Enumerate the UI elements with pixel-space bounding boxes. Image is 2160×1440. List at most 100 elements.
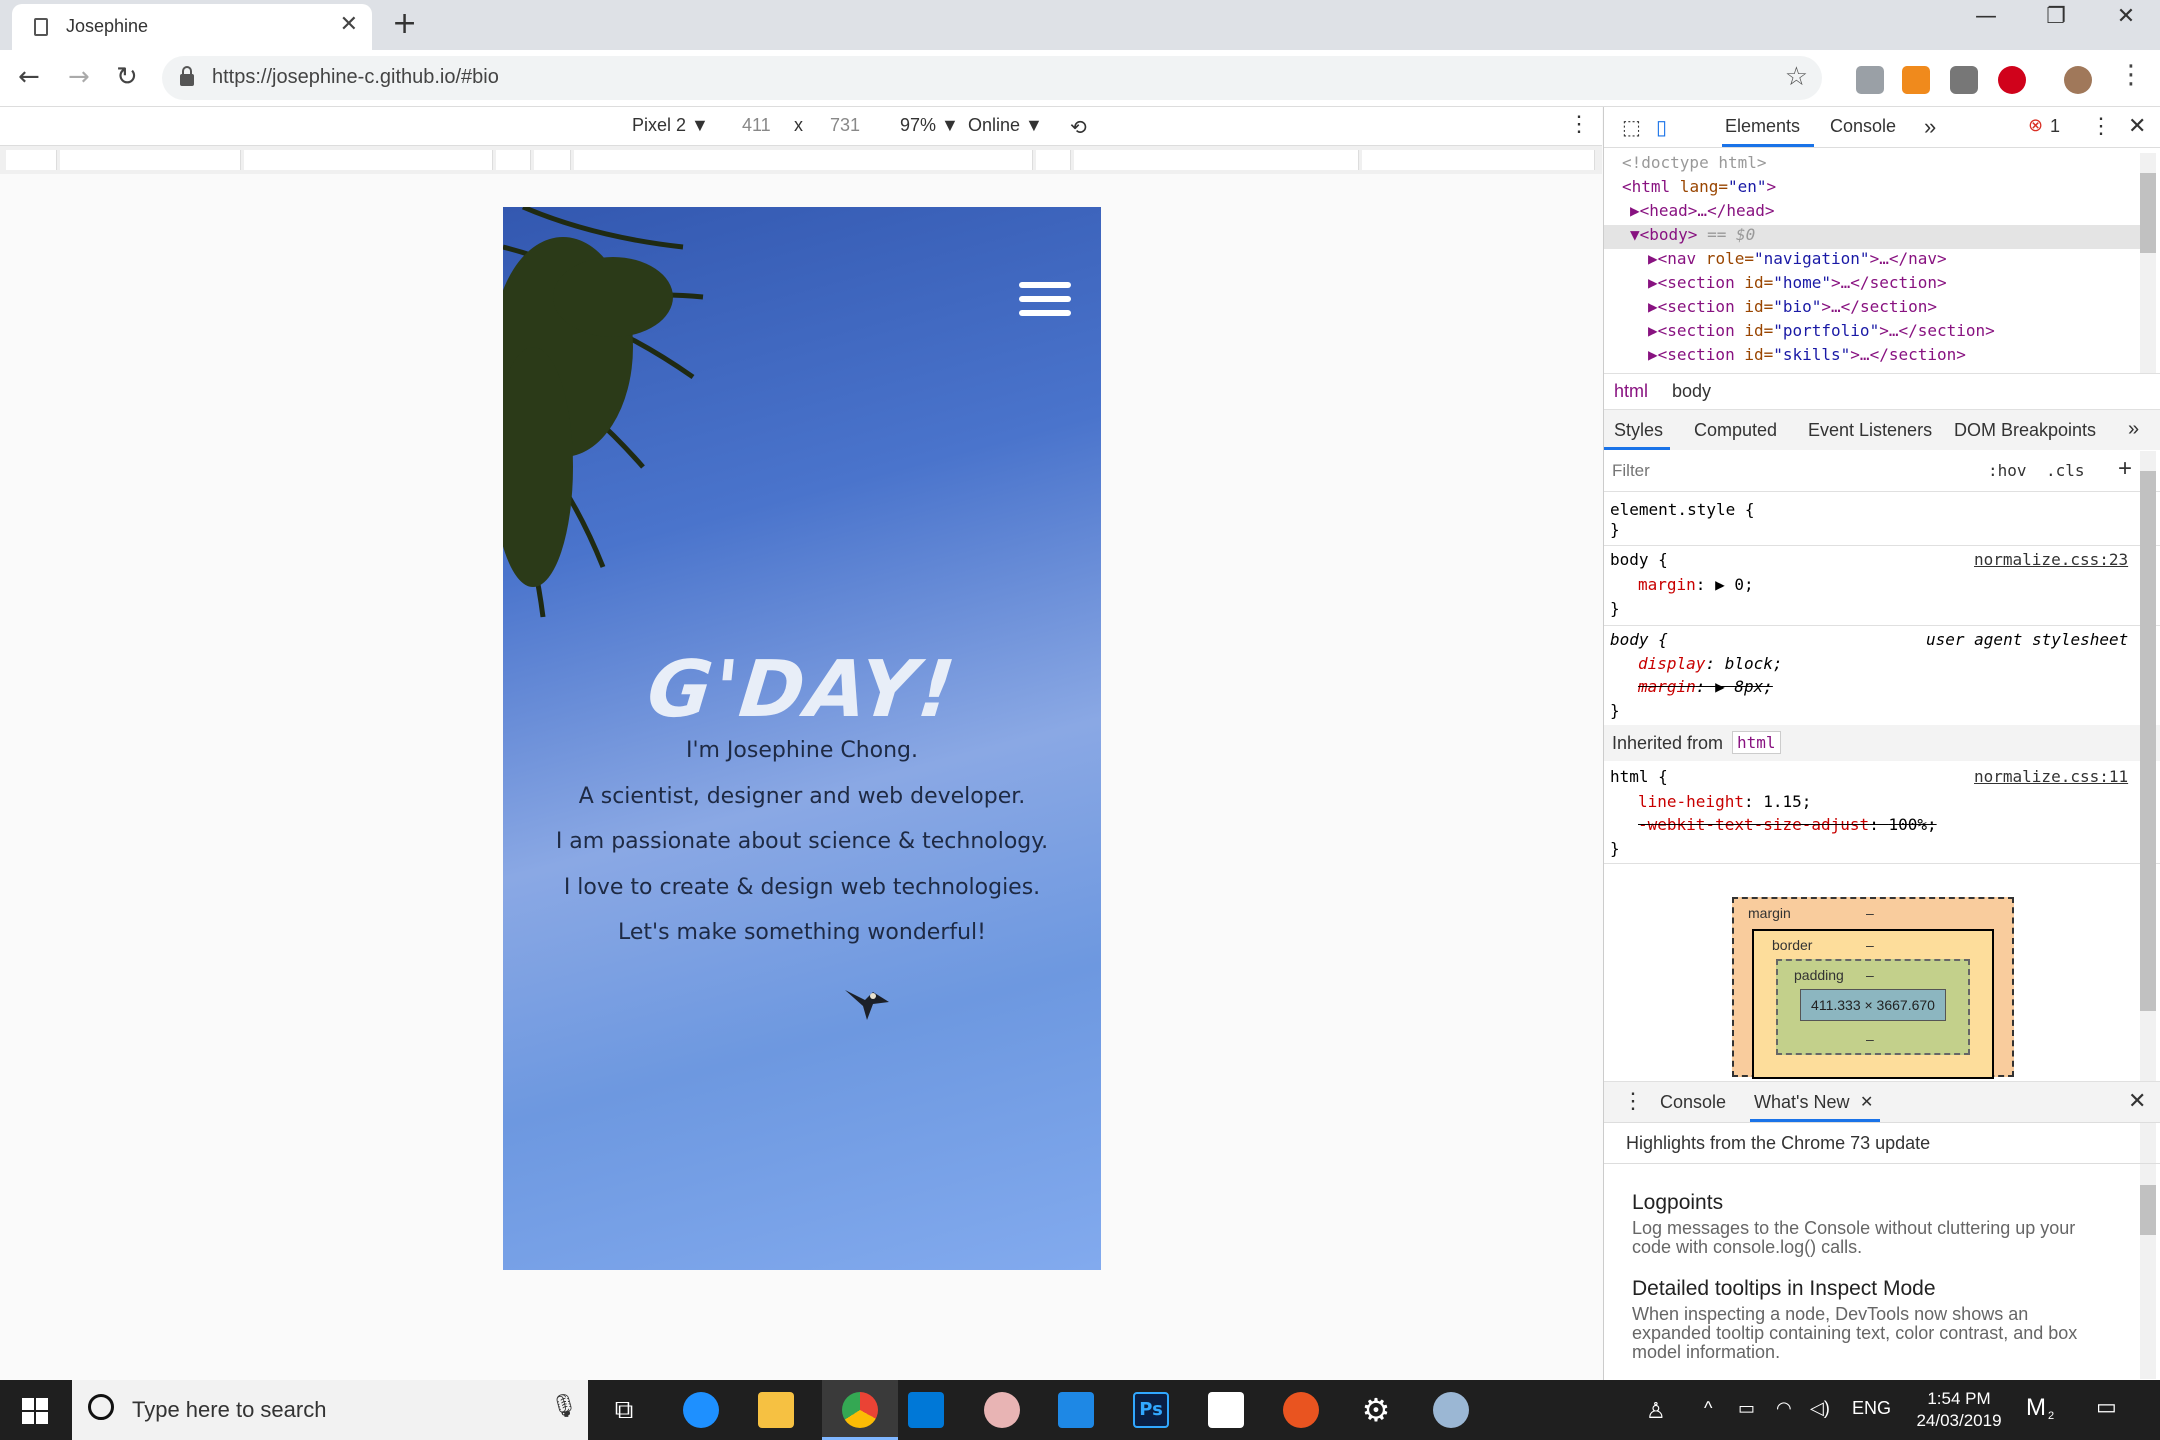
dom-head-node[interactable]: ▶<head>…</head> bbox=[1630, 201, 1775, 220]
drawer-close-icon[interactable]: ✕ bbox=[2128, 1088, 2146, 1114]
breadcrumb-body[interactable]: body bbox=[1672, 381, 1711, 402]
device-toggle-icon[interactable]: ▯ bbox=[1656, 115, 1667, 140]
inspect-element-icon[interactable]: ⬚ bbox=[1622, 115, 1641, 140]
dom-section-portfolio[interactable]: ▶<section id="portfolio">…</section> bbox=[1648, 321, 1995, 340]
box-model-border-value[interactable]: – bbox=[1866, 937, 1874, 953]
device-select[interactable]: Pixel 2 ▼ bbox=[632, 115, 709, 136]
box-model-margin-value[interactable]: – bbox=[1866, 905, 1874, 921]
bookmark-star-icon[interactable]: ☆ bbox=[1785, 62, 1808, 92]
mail-app-icon[interactable]: M bbox=[2026, 1394, 2046, 1422]
more-subtabs-icon[interactable]: » bbox=[2128, 418, 2139, 441]
error-count[interactable]: 1 bbox=[2050, 116, 2060, 137]
hov-toggle[interactable]: :hov bbox=[1988, 461, 2027, 480]
subtab-dom-breakpoints[interactable]: DOM Breakpoints bbox=[1954, 420, 2096, 441]
vscode-icon[interactable] bbox=[1058, 1392, 1094, 1428]
photoshop-icon[interactable]: Ps bbox=[1133, 1392, 1169, 1428]
paint-icon[interactable] bbox=[1433, 1392, 1469, 1428]
dom-section-home[interactable]: ▶<section id="home">…</section> bbox=[1648, 273, 1947, 292]
dom-doctype[interactable]: <!doctype html> bbox=[1622, 153, 1767, 172]
inherited-html-tag[interactable]: html bbox=[1732, 731, 1781, 754]
feature-title-tooltips[interactable]: Detailed tooltips in Inspect Mode bbox=[1632, 1277, 1936, 1301]
box-model-content[interactable]: 411.333 × 3667.670 bbox=[1800, 989, 1946, 1021]
camera-extension-icon[interactable] bbox=[1950, 66, 1978, 94]
windows-start-icon[interactable] bbox=[22, 1398, 48, 1424]
element-style-rule[interactable]: element.style { bbox=[1610, 500, 1755, 519]
close-tab-icon[interactable]: ✕ bbox=[340, 12, 358, 37]
ubuntu-icon[interactable] bbox=[1283, 1392, 1319, 1428]
file-explorer-icon[interactable] bbox=[758, 1392, 794, 1428]
breadcrumb-html[interactable]: html bbox=[1614, 381, 1648, 402]
dom-body-node[interactable]: ▼<body> == $0 bbox=[1604, 225, 2144, 249]
drawer-scrollbar[interactable] bbox=[2140, 1169, 2156, 1379]
hamburger-menu-icon[interactable] bbox=[1019, 282, 1071, 320]
rule2-declaration-margin-overridden[interactable]: margin: ▶ 8px; bbox=[1638, 677, 1773, 696]
tab-console[interactable]: Console bbox=[1830, 116, 1896, 137]
settings-gear-icon[interactable]: ⚙ bbox=[1358, 1392, 1394, 1428]
drawer-tab-whats-new[interactable]: What's New bbox=[1754, 1092, 1849, 1113]
dom-section-bio[interactable]: ▶<section id="bio">…</section> bbox=[1648, 297, 1937, 316]
address-bar[interactable]: https://josephine-c.github.io/#bio ☆ bbox=[162, 56, 1822, 100]
rule1-source-link[interactable]: normalize.css:23 bbox=[1974, 550, 2128, 569]
dom-scrollbar[interactable] bbox=[2140, 153, 2156, 373]
cls-toggle[interactable]: .cls bbox=[2046, 461, 2085, 480]
close-window-icon[interactable]: ✕ bbox=[2106, 4, 2146, 29]
error-icon[interactable]: ⊗ bbox=[2028, 115, 2043, 136]
drawer-tab-close-icon[interactable]: ✕ bbox=[1860, 1092, 1873, 1112]
language-indicator[interactable]: ENG bbox=[1852, 1398, 1891, 1419]
rotate-icon[interactable]: ⟲ bbox=[1070, 115, 1087, 140]
media-query-ruler[interactable] bbox=[0, 146, 1602, 174]
devtools-menu-icon[interactable]: ⋮ bbox=[2090, 113, 2112, 139]
rule2-declaration-display[interactable]: display: block; bbox=[1638, 654, 1783, 673]
drawer-menu-icon[interactable]: ⋮ bbox=[1622, 1088, 1644, 1114]
extension-icon[interactable] bbox=[1856, 66, 1884, 94]
battery-icon[interactable]: ▭ bbox=[1738, 1398, 1755, 1419]
photos-icon[interactable] bbox=[1208, 1392, 1244, 1428]
rule3-declaration-text-size-adjust[interactable]: -webkit-text-size-adjust: 100%; bbox=[1638, 815, 1937, 834]
reload-icon[interactable]: ↻ bbox=[116, 62, 138, 92]
new-tab-icon[interactable]: + bbox=[392, 6, 417, 41]
rule3-declaration-line-height[interactable]: line-height: 1.15; bbox=[1638, 792, 1811, 811]
more-tabs-icon[interactable]: » bbox=[1924, 114, 1936, 140]
network-select[interactable]: Online ▼ bbox=[968, 115, 1043, 136]
dom-html-node[interactable]: <html lang="en"> bbox=[1622, 177, 1776, 196]
box-model-padding-value[interactable]: – bbox=[1866, 967, 1874, 983]
width-input[interactable]: 411 bbox=[742, 115, 771, 136]
rule1-declaration[interactable]: margin: ▶ 0; bbox=[1638, 575, 1754, 594]
restore-icon[interactable]: ❐ bbox=[2036, 4, 2076, 29]
feature-title-logpoints[interactable]: Logpoints bbox=[1632, 1191, 1723, 1215]
subtab-styles[interactable]: Styles bbox=[1614, 420, 1663, 441]
add-rule-icon[interactable]: + bbox=[2118, 455, 2132, 483]
rule3-selector[interactable]: html { bbox=[1610, 767, 1668, 786]
drawer-tab-console[interactable]: Console bbox=[1660, 1092, 1726, 1113]
url-text[interactable]: https://josephine-c.github.io/#bio bbox=[212, 66, 499, 89]
rule1-selector[interactable]: body { bbox=[1610, 550, 1668, 569]
wifi-icon[interactable]: ◠ bbox=[1776, 1398, 1792, 1419]
subtab-event-listeners[interactable]: Event Listeners bbox=[1808, 420, 1932, 441]
menu-kebab-icon[interactable]: ⋮ bbox=[2118, 60, 2144, 90]
tray-expand-icon[interactable]: ^ bbox=[1704, 1398, 1712, 1419]
zoom-select[interactable]: 97% ▼ bbox=[900, 115, 959, 136]
tab-elements[interactable]: Elements bbox=[1725, 116, 1800, 137]
snip-tool-icon[interactable] bbox=[984, 1392, 1020, 1428]
people-icon[interactable]: ♙ bbox=[1646, 1398, 1666, 1424]
task-view-icon[interactable]: ⧉ bbox=[606, 1392, 642, 1428]
profile-avatar[interactable] bbox=[2064, 66, 2092, 94]
action-center-icon[interactable]: ▭ bbox=[2096, 1394, 2117, 1420]
shopping-extension-icon[interactable] bbox=[1902, 66, 1930, 94]
devtools-close-icon[interactable]: ✕ bbox=[2128, 113, 2146, 139]
taskbar-search[interactable]: Type here to search 🎙 bbox=[72, 1380, 588, 1440]
rule3-source-link[interactable]: normalize.css:11 bbox=[1974, 767, 2128, 786]
edge-icon[interactable] bbox=[683, 1392, 719, 1428]
dom-section-skills[interactable]: ▶<section id="skills">…</section> bbox=[1648, 345, 1966, 364]
forward-icon[interactable]: → bbox=[68, 62, 90, 92]
styles-filter-input[interactable] bbox=[1610, 457, 1974, 485]
dom-nav-node[interactable]: ▶<nav role="navigation">…</nav> bbox=[1648, 249, 1947, 268]
microphone-icon[interactable]: 🎙 bbox=[550, 1394, 578, 1419]
yab-extension-icon[interactable] bbox=[1998, 66, 2026, 94]
clock[interactable]: 1:54 PM 24/03/2019 bbox=[1904, 1388, 2014, 1432]
volume-icon[interactable]: ◁) bbox=[1810, 1398, 1830, 1419]
store-icon[interactable] bbox=[908, 1392, 944, 1428]
subtab-computed[interactable]: Computed bbox=[1694, 420, 1777, 441]
chrome-taskbar-item[interactable] bbox=[822, 1380, 898, 1440]
rule2-selector[interactable]: body { bbox=[1610, 630, 1668, 649]
